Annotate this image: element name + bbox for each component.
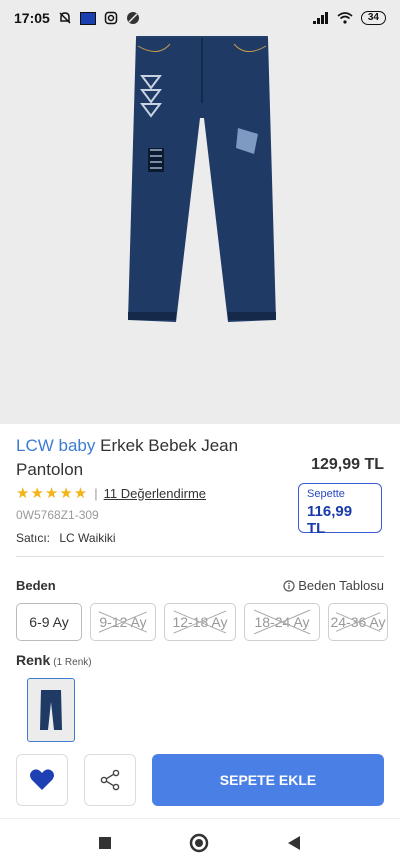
seller-label: Satıcı: bbox=[16, 531, 51, 545]
size-options: 6-9 Ay 9-12 Ay 12-18 Ay 18-24 Ay 24-36 A… bbox=[16, 603, 388, 641]
seller-row[interactable]: Satıcı: LC Waikiki bbox=[16, 531, 122, 545]
color-label: Renk bbox=[16, 652, 51, 668]
add-to-cart-button[interactable]: SEPETE EKLE bbox=[152, 754, 384, 806]
color-count: (1 Renk) bbox=[53, 657, 92, 668]
swatch-jeans-image bbox=[40, 690, 62, 730]
product-image-area[interactable] bbox=[0, 0, 400, 424]
action-bar: SEPETE EKLE bbox=[0, 752, 400, 812]
status-time: 17:05 bbox=[14, 10, 50, 26]
size-option-12-18[interactable]: 12-18 Ay bbox=[164, 603, 236, 641]
block-icon bbox=[126, 12, 139, 24]
size-option-18-24[interactable]: 18-24 Ay bbox=[244, 603, 320, 641]
wifi-icon bbox=[337, 12, 353, 24]
seller-name[interactable]: LC Waikiki bbox=[59, 531, 115, 545]
size-option-24-36[interactable]: 24-36 Ay bbox=[328, 603, 388, 641]
status-bar: 17:05 34 bbox=[0, 0, 400, 36]
app-notification-icon bbox=[79, 11, 96, 25]
home-nav-icon[interactable] bbox=[189, 833, 209, 853]
rating-separator: | bbox=[94, 485, 98, 501]
cart-price-label: Sepette bbox=[307, 488, 345, 500]
cart-price-box: Sepette 116,99 TL bbox=[298, 483, 382, 537]
system-nav-bar bbox=[0, 818, 400, 866]
color-label-row: Renk (1 Renk) bbox=[16, 652, 92, 668]
info-icon bbox=[283, 579, 295, 592]
product-sku: 0W5768Z1-309 bbox=[16, 508, 99, 522]
size-option-6-9[interactable]: 6-9 Ay bbox=[16, 603, 82, 641]
size-table-link[interactable]: Beden Tablosu bbox=[283, 578, 384, 593]
favorite-button[interactable] bbox=[16, 754, 68, 806]
color-swatch[interactable] bbox=[27, 678, 75, 742]
back-nav-icon[interactable] bbox=[287, 835, 301, 851]
mute-icon bbox=[59, 12, 71, 24]
signal-icon bbox=[312, 12, 328, 24]
share-icon bbox=[100, 769, 120, 791]
product-title: LCW baby Erkek Bebek Jean Pantolon bbox=[16, 434, 286, 482]
battery-icon: 34 bbox=[360, 11, 386, 25]
divider bbox=[16, 556, 384, 557]
product-image-jeans bbox=[128, 14, 276, 322]
instagram-icon bbox=[104, 11, 118, 25]
heart-icon bbox=[30, 769, 54, 790]
size-label: Beden bbox=[16, 578, 56, 593]
rating-stars: ★★★★★ bbox=[16, 485, 89, 502]
share-button[interactable] bbox=[84, 754, 136, 806]
brand-link[interactable]: LCW baby bbox=[16, 436, 95, 455]
reviews-link[interactable]: 11 Değerlendirme bbox=[104, 486, 206, 501]
recents-nav-icon[interactable] bbox=[99, 836, 111, 849]
cart-price-value: 116,99 TL bbox=[307, 503, 353, 537]
product-price: 129,99 TL bbox=[311, 456, 384, 473]
rating-row[interactable]: ★★★★★ | 11 Değerlendirme bbox=[16, 484, 206, 502]
size-table-label: Beden Tablosu bbox=[298, 578, 384, 593]
size-option-9-12[interactable]: 9-12 Ay bbox=[90, 603, 156, 641]
